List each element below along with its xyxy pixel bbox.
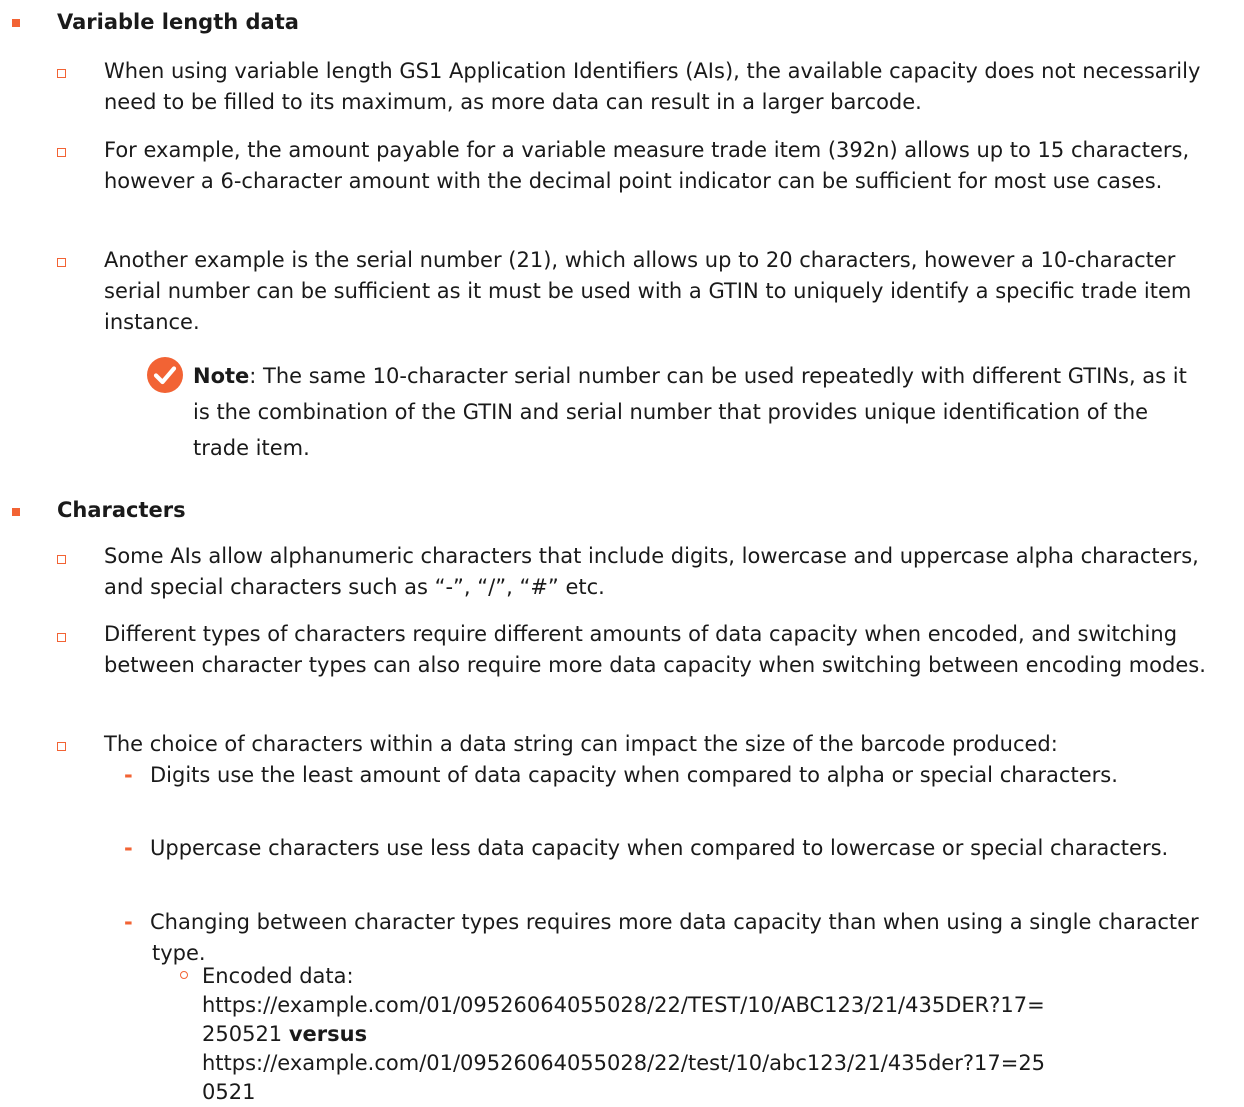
section-heading-variable-length-data: Variable length data — [57, 10, 299, 34]
sub-item-dash: - — [124, 910, 133, 934]
note-text: : The same 10-character serial number ca… — [193, 364, 1187, 460]
list-item: The choice of characters within a data s… — [104, 732, 1058, 756]
sub-sub-item-marker — [180, 971, 188, 979]
item-marker — [57, 633, 66, 642]
sub-item-dash: - — [124, 763, 133, 787]
item-marker — [57, 258, 66, 267]
encoded-url-uppercase: https://example.com/01/09526064055028/22… — [202, 991, 1226, 1107]
section-bullet — [12, 19, 20, 27]
sub-list-item: Uppercase characters use less data capac… — [150, 836, 1169, 860]
url-b-line1: https://example.com/01/09526064055028/22… — [202, 1051, 1046, 1075]
url-a-line1: https://example.com/01/09526064055028/22… — [202, 993, 1045, 1017]
url-b-line2: 0521 — [202, 1080, 256, 1104]
item-marker — [57, 148, 66, 157]
item-marker — [57, 742, 66, 751]
sub-list-item: Digits use the least amount of data capa… — [150, 763, 1118, 787]
check-circle-icon — [147, 357, 183, 393]
item-marker — [57, 69, 66, 78]
document-page: Variable length data When using variable… — [0, 0, 1244, 1104]
section-heading-characters: Characters — [57, 498, 186, 522]
section-bullet — [12, 508, 20, 516]
list-item: Some AIs allow alphanumeric characters t… — [104, 544, 1199, 599]
list-item: When using variable length GS1 Applicati… — [104, 59, 1201, 114]
list-item: For example, the amount payable for a va… — [104, 138, 1190, 193]
encoded-data-label: Encoded data: — [202, 964, 354, 988]
item-marker — [57, 555, 66, 564]
sub-list-item: Changing between character types require… — [150, 910, 1199, 965]
note-label: Note — [193, 364, 250, 388]
note: Note: The same 10-character serial numbe… — [193, 358, 1203, 466]
versus-label: versus — [288, 1022, 368, 1046]
list-item: Different types of characters require di… — [104, 622, 1206, 677]
url-a-line2: 250521 — [202, 1022, 283, 1046]
sub-item-dash: - — [124, 836, 133, 860]
list-item: Another example is the serial number (21… — [104, 248, 1192, 334]
